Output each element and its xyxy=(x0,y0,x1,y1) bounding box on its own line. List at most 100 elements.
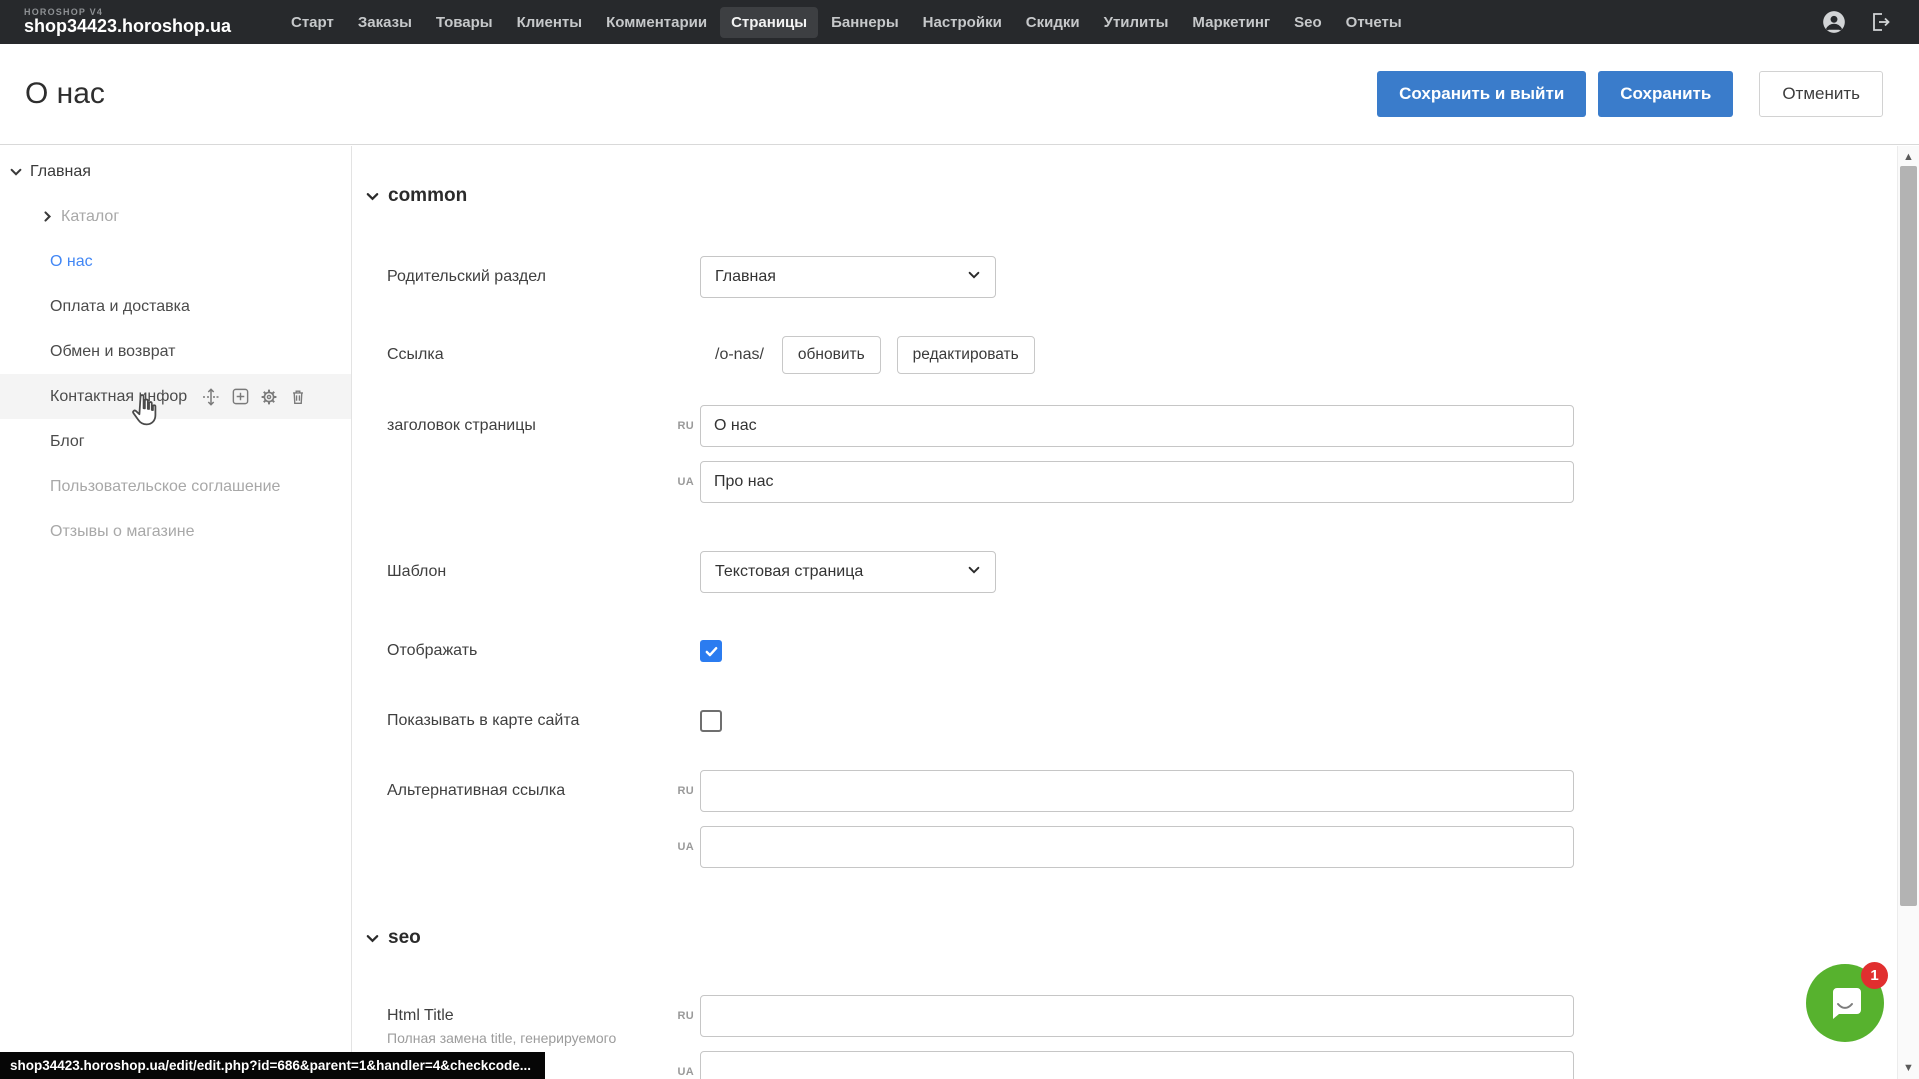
trash-icon[interactable] xyxy=(288,387,308,407)
tree-item-o-nas[interactable]: О нас xyxy=(0,239,351,284)
lang-ua-tag: UA xyxy=(667,1066,694,1078)
page-title-ua-row: UA xyxy=(387,461,1897,503)
display-row: Отображать xyxy=(387,639,1897,663)
page-edit-form: common Родительский раздел Главная Ссылк… xyxy=(353,146,1897,1079)
save-button[interactable]: Сохранить xyxy=(1598,71,1733,117)
template-label: Шаблон xyxy=(387,563,700,581)
tree-item-label: Оплата и доставка xyxy=(50,298,190,316)
parent-section-label: Родительский раздел xyxy=(387,268,700,286)
sitemap-row: Показывать в карте сайта xyxy=(387,709,1897,733)
section-seo[interactable]: seo xyxy=(365,925,1897,951)
notification-badge: 1 xyxy=(1861,962,1888,989)
main-menu: Старт Заказы Товары Клиенты Комментарии … xyxy=(280,7,1413,38)
link-value: /o-nas/ xyxy=(715,346,764,364)
cancel-button[interactable]: Отменить xyxy=(1759,71,1883,117)
tree-item-glavnaya[interactable]: Главная xyxy=(0,149,351,194)
tree-item-actions xyxy=(201,387,308,407)
gear-icon[interactable] xyxy=(259,387,279,407)
lang-ru-tag: RU xyxy=(667,420,694,432)
nav-item-comments[interactable]: Комментарии xyxy=(595,7,718,38)
html-title-label: Html Title Полная замена title, генериру… xyxy=(387,1007,700,1025)
alt-link-ua-input[interactable] xyxy=(700,826,1574,868)
html-title-hint: Полная замена title, генерируемого xyxy=(387,1030,616,1046)
tree-item-obmen[interactable]: Обмен и возврат xyxy=(0,329,351,374)
html-title-ru-row: Html Title Полная замена title, генериру… xyxy=(387,995,1897,1037)
html-title-ru-input[interactable] xyxy=(700,995,1574,1037)
tree-item-label: Обмен и возврат xyxy=(50,343,175,361)
add-icon[interactable] xyxy=(230,387,250,407)
html-title-ua-input[interactable] xyxy=(700,1051,1574,1079)
template-select[interactable]: Текстовая страница xyxy=(700,551,996,593)
lang-ua-tag: UA xyxy=(667,841,694,853)
vertical-scrollbar[interactable]: ▲ ▼ xyxy=(1897,146,1919,1079)
tree-item-label: Каталог xyxy=(61,208,119,226)
move-icon[interactable] xyxy=(201,387,221,407)
tree-item-soglashenie[interactable]: Пользовательское соглашение xyxy=(0,464,351,509)
nav-item-discounts[interactable]: Скидки xyxy=(1015,7,1091,38)
nav-item-start[interactable]: Старт xyxy=(280,7,345,38)
nav-item-clients[interactable]: Клиенты xyxy=(506,7,593,38)
nav-item-reports[interactable]: Отчеты xyxy=(1335,7,1413,38)
display-label: Отображать xyxy=(387,642,700,660)
lang-ua-tag: UA xyxy=(667,476,694,488)
parent-section-value: Главная xyxy=(715,268,776,286)
display-checkbox[interactable] xyxy=(700,640,722,662)
scroll-down-icon[interactable]: ▼ xyxy=(1898,1059,1919,1077)
nav-item-products[interactable]: Товары xyxy=(425,7,504,38)
nav-item-utilities[interactable]: Утилиты xyxy=(1093,7,1180,38)
statusbar-url: shop34423.horoshop.ua/edit/edit.php?id=6… xyxy=(10,1058,531,1073)
link-label: Ссылка xyxy=(387,346,700,364)
scrollbar-thumb[interactable] xyxy=(1900,166,1917,906)
logout-icon[interactable] xyxy=(1867,9,1893,35)
page-title-ru-row: заголовок страницы RU xyxy=(387,405,1897,447)
tree-item-label: Блог xyxy=(50,433,85,451)
page-header: О нас Сохранить и выйти Сохранить Отмени… xyxy=(0,44,1919,145)
save-and-exit-button[interactable]: Сохранить и выйти xyxy=(1377,71,1586,117)
tree-item-kontaktnaya[interactable]: Контактная инфор xyxy=(0,374,351,419)
chat-widget-button[interactable]: 1 xyxy=(1806,964,1884,1042)
tree-item-blog[interactable]: Блог xyxy=(0,419,351,464)
shop-domain-label: shop34423.horoshop.ua xyxy=(24,17,280,36)
chevron-down-icon xyxy=(365,931,380,946)
nav-item-settings[interactable]: Настройки xyxy=(912,7,1013,38)
page-title-label: заголовок страницы xyxy=(387,417,700,435)
html-title-ua-row: UA xyxy=(387,1051,1897,1079)
scroll-up-icon[interactable]: ▲ xyxy=(1898,148,1919,166)
account-icon[interactable] xyxy=(1821,9,1847,35)
page-title: О нас xyxy=(25,77,105,111)
alt-link-ru-input[interactable] xyxy=(700,770,1574,812)
nav-item-pages[interactable]: Страницы xyxy=(720,7,818,38)
lang-ru-tag: RU xyxy=(667,1010,694,1022)
tree-item-label: Отзывы о магазине xyxy=(50,523,195,541)
parent-section-row: Родительский раздел Главная xyxy=(387,256,1897,298)
tree-item-label: Главная xyxy=(30,163,91,181)
top-navbar: HOROSHOP V4 shop34423.horoshop.ua Старт … xyxy=(0,0,1919,44)
nav-item-banners[interactable]: Баннеры xyxy=(820,7,910,38)
app-window: HOROSHOP V4 shop34423.horoshop.ua Старт … xyxy=(0,0,1919,1079)
nav-item-orders[interactable]: Заказы xyxy=(347,7,423,38)
nav-item-seo[interactable]: Seo xyxy=(1283,7,1333,38)
link-edit-button[interactable]: редактировать xyxy=(897,336,1035,374)
chevron-down-icon[interactable] xyxy=(8,164,24,180)
sitemap-label: Показывать в карте сайта xyxy=(387,712,700,730)
tree-item-label: Контактная инфор xyxy=(50,388,187,406)
link-update-button[interactable]: обновить xyxy=(782,336,881,374)
tree-item-otzyvy[interactable]: Отзывы о магазине xyxy=(0,509,351,554)
chevron-down-icon xyxy=(967,268,981,287)
shop-logo[interactable]: HOROSHOP V4 shop34423.horoshop.ua xyxy=(0,8,280,36)
tree-item-label: О нас xyxy=(50,253,93,271)
page-title-ua-input[interactable] xyxy=(700,461,1574,503)
page-title-ru-input[interactable] xyxy=(700,405,1574,447)
tree-item-oplata[interactable]: Оплата и доставка xyxy=(0,284,351,329)
link-row: Ссылка /o-nas/ обновить редактировать xyxy=(387,336,1897,374)
alt-link-ua-row: UA xyxy=(387,826,1897,868)
tree-item-katalog[interactable]: Каталог xyxy=(0,194,351,239)
link-preview-statusbar: shop34423.horoshop.ua/edit/edit.php?id=6… xyxy=(0,1052,545,1079)
section-seo-label: seo xyxy=(388,927,421,949)
parent-section-select[interactable]: Главная xyxy=(700,256,996,298)
sitemap-checkbox[interactable] xyxy=(700,710,722,732)
chevron-down-icon xyxy=(967,563,981,582)
chevron-right-icon[interactable] xyxy=(39,209,55,225)
nav-item-marketing[interactable]: Маркетинг xyxy=(1181,7,1281,38)
section-common[interactable]: common xyxy=(365,183,1897,209)
